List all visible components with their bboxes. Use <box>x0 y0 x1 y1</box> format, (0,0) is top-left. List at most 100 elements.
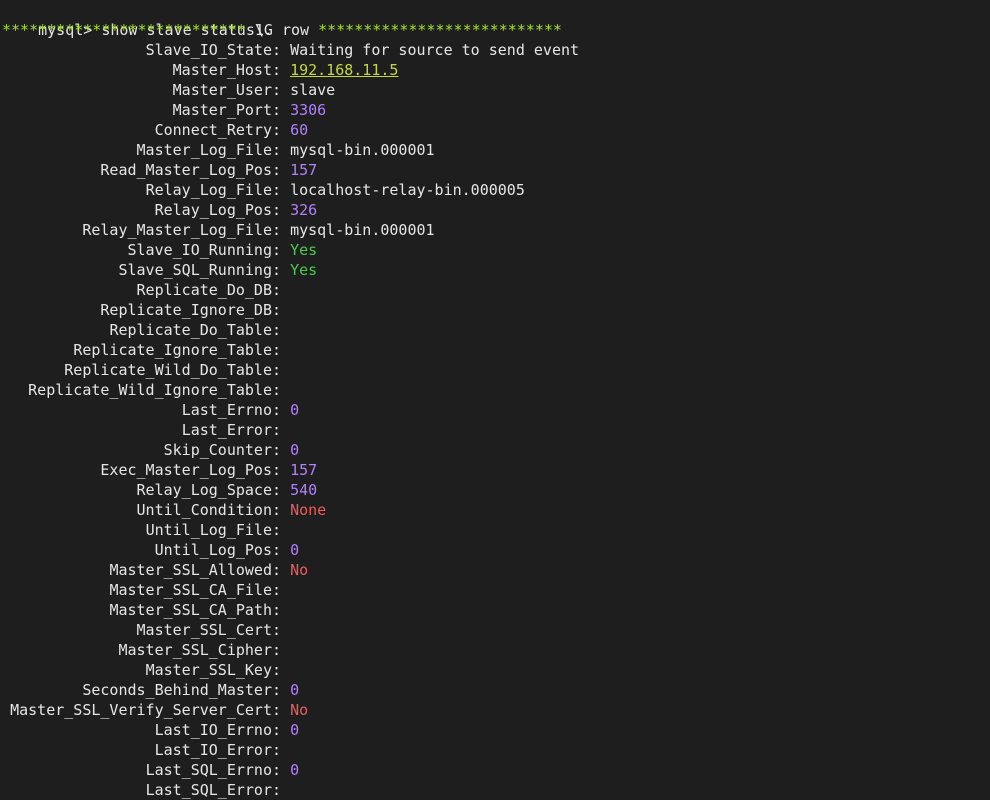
status-field-row: Until_Condition: None <box>2 500 990 520</box>
status-field-row: Connect_Retry: 60 <box>2 120 990 140</box>
field-key: Master_SSL_Verify_Server_Cert <box>10 701 272 719</box>
field-key: Replicate_Do_Table <box>109 321 272 339</box>
status-field-row: Replicate_Wild_Do_Table: <box>2 360 990 380</box>
field-key: Last_Error <box>181 421 272 439</box>
status-field-row: Relay_Log_Space: 540 <box>2 480 990 500</box>
status-field-row: Master_Port: 3306 <box>2 100 990 120</box>
field-key: Replicate_Ignore_DB <box>100 301 272 319</box>
status-field-row: Relay_Log_Pos: 326 <box>2 200 990 220</box>
field-key: Until_Log_File <box>145 521 272 539</box>
status-field-row: Replicate_Do_DB: <box>2 280 990 300</box>
status-field-row: Seconds_Behind_Master: 0 <box>2 680 990 700</box>
field-key: Last_Errno <box>181 401 272 419</box>
status-field-row: Last_SQL_Error: <box>2 780 990 800</box>
status-field-row: Last_SQL_Errno: 0 <box>2 760 990 780</box>
status-field-row: Replicate_Ignore_DB: <box>2 300 990 320</box>
field-value: 326 <box>290 201 318 219</box>
field-key: Until_Log_Pos <box>154 541 272 559</box>
field-value: mysql-bin.000001 <box>290 221 435 239</box>
field-key: Last_IO_Error <box>154 741 272 759</box>
field-separator: : <box>272 441 291 459</box>
field-key: Read_Master_Log_Pos <box>100 161 272 179</box>
field-key: Master_SSL_CA_Path <box>109 601 272 619</box>
field-separator: : <box>272 701 291 719</box>
field-separator: : <box>272 121 291 139</box>
field-separator: : <box>272 261 291 279</box>
field-key: Replicate_Do_DB <box>136 281 272 299</box>
field-separator: : <box>272 201 291 219</box>
field-value: No <box>290 561 309 579</box>
status-field-row: Read_Master_Log_Pos: 157 <box>2 160 990 180</box>
status-field-row: Last_IO_Errno: 0 <box>2 720 990 740</box>
field-separator: : <box>272 661 291 679</box>
status-field-row: Replicate_Wild_Ignore_Table: <box>2 380 990 400</box>
field-key: Master_SSL_Key <box>145 661 272 679</box>
field-separator: : <box>272 501 291 519</box>
status-field-row: Relay_Log_File: localhost-relay-bin.0000… <box>2 180 990 200</box>
field-value: Yes <box>290 241 318 259</box>
field-key: Slave_IO_State <box>145 41 272 59</box>
status-field-row: Master_SSL_Cipher: <box>2 640 990 660</box>
field-separator: : <box>272 641 291 659</box>
field-separator: : <box>272 761 291 779</box>
field-separator: : <box>272 281 291 299</box>
row-header: *************************** 1. row *****… <box>2 20 990 40</box>
field-value: 157 <box>290 461 318 479</box>
status-field-row: Slave_IO_Running: Yes <box>2 240 990 260</box>
field-key: Master_SSL_Cert <box>136 621 272 639</box>
field-value: localhost-relay-bin.000005 <box>290 181 525 199</box>
field-key: Slave_SQL_Running <box>118 261 272 279</box>
field-key: Last_IO_Errno <box>154 721 272 739</box>
field-separator: : <box>272 681 291 699</box>
field-separator: : <box>272 561 291 579</box>
field-separator: : <box>272 61 291 79</box>
terminal-window[interactable]: mysql> show slave status\G *************… <box>0 0 990 799</box>
status-field-row: Master_SSL_Cert: <box>2 620 990 640</box>
status-field-row: Exec_Master_Log_Pos: 157 <box>2 460 990 480</box>
field-value: None <box>290 501 327 519</box>
field-key: Master_Host <box>172 61 272 79</box>
field-key: Seconds_Behind_Master <box>82 681 272 699</box>
field-separator: : <box>272 81 291 99</box>
row-header-stars-right: *************************** <box>318 21 562 39</box>
field-value: 0 <box>290 541 300 559</box>
status-field-row: Master_SSL_Allowed: No <box>2 560 990 580</box>
field-value: 60 <box>290 121 309 139</box>
field-key: Master_User <box>172 81 272 99</box>
command-line: mysql> show slave status\G <box>2 0 990 39</box>
field-value: 3306 <box>290 101 327 119</box>
field-separator: : <box>272 521 291 539</box>
field-key: Master_Port <box>172 101 272 119</box>
field-value: 0 <box>290 401 300 419</box>
status-field-row: Master_SSL_CA_Path: <box>2 600 990 620</box>
status-field-row: Last_IO_Error: <box>2 740 990 760</box>
status-field-row: Master_SSL_Key: <box>2 660 990 680</box>
field-separator: : <box>272 461 291 479</box>
field-value: No <box>290 701 309 719</box>
field-value: 0 <box>290 681 300 699</box>
field-value: 0 <box>290 441 300 459</box>
field-key: Until_Condition <box>136 501 272 519</box>
field-value: Yes <box>290 261 318 279</box>
field-key: Master_SSL_CA_File <box>109 581 272 599</box>
field-key: Master_SSL_Cipher <box>118 641 272 659</box>
status-field-row: Until_Log_Pos: 0 <box>2 540 990 560</box>
field-separator: : <box>272 101 291 119</box>
field-separator: : <box>272 221 291 239</box>
field-separator: : <box>272 301 291 319</box>
field-separator: : <box>272 741 291 759</box>
field-key: Master_Log_File <box>136 141 272 159</box>
field-value: 157 <box>290 161 318 179</box>
field-separator: : <box>272 381 291 399</box>
status-field-row: Last_Errno: 0 <box>2 400 990 420</box>
field-separator: : <box>272 41 291 59</box>
field-key: Slave_IO_Running <box>127 241 273 259</box>
field-key: Replicate_Ignore_Table <box>73 341 272 359</box>
field-separator: : <box>272 421 291 439</box>
field-value: 0 <box>290 761 300 779</box>
field-value[interactable]: 192.168.11.5 <box>290 61 398 79</box>
field-key: Relay_Log_Pos <box>154 201 272 219</box>
field-separator: : <box>272 141 291 159</box>
field-separator: : <box>272 321 291 339</box>
status-field-row: Replicate_Do_Table: <box>2 320 990 340</box>
